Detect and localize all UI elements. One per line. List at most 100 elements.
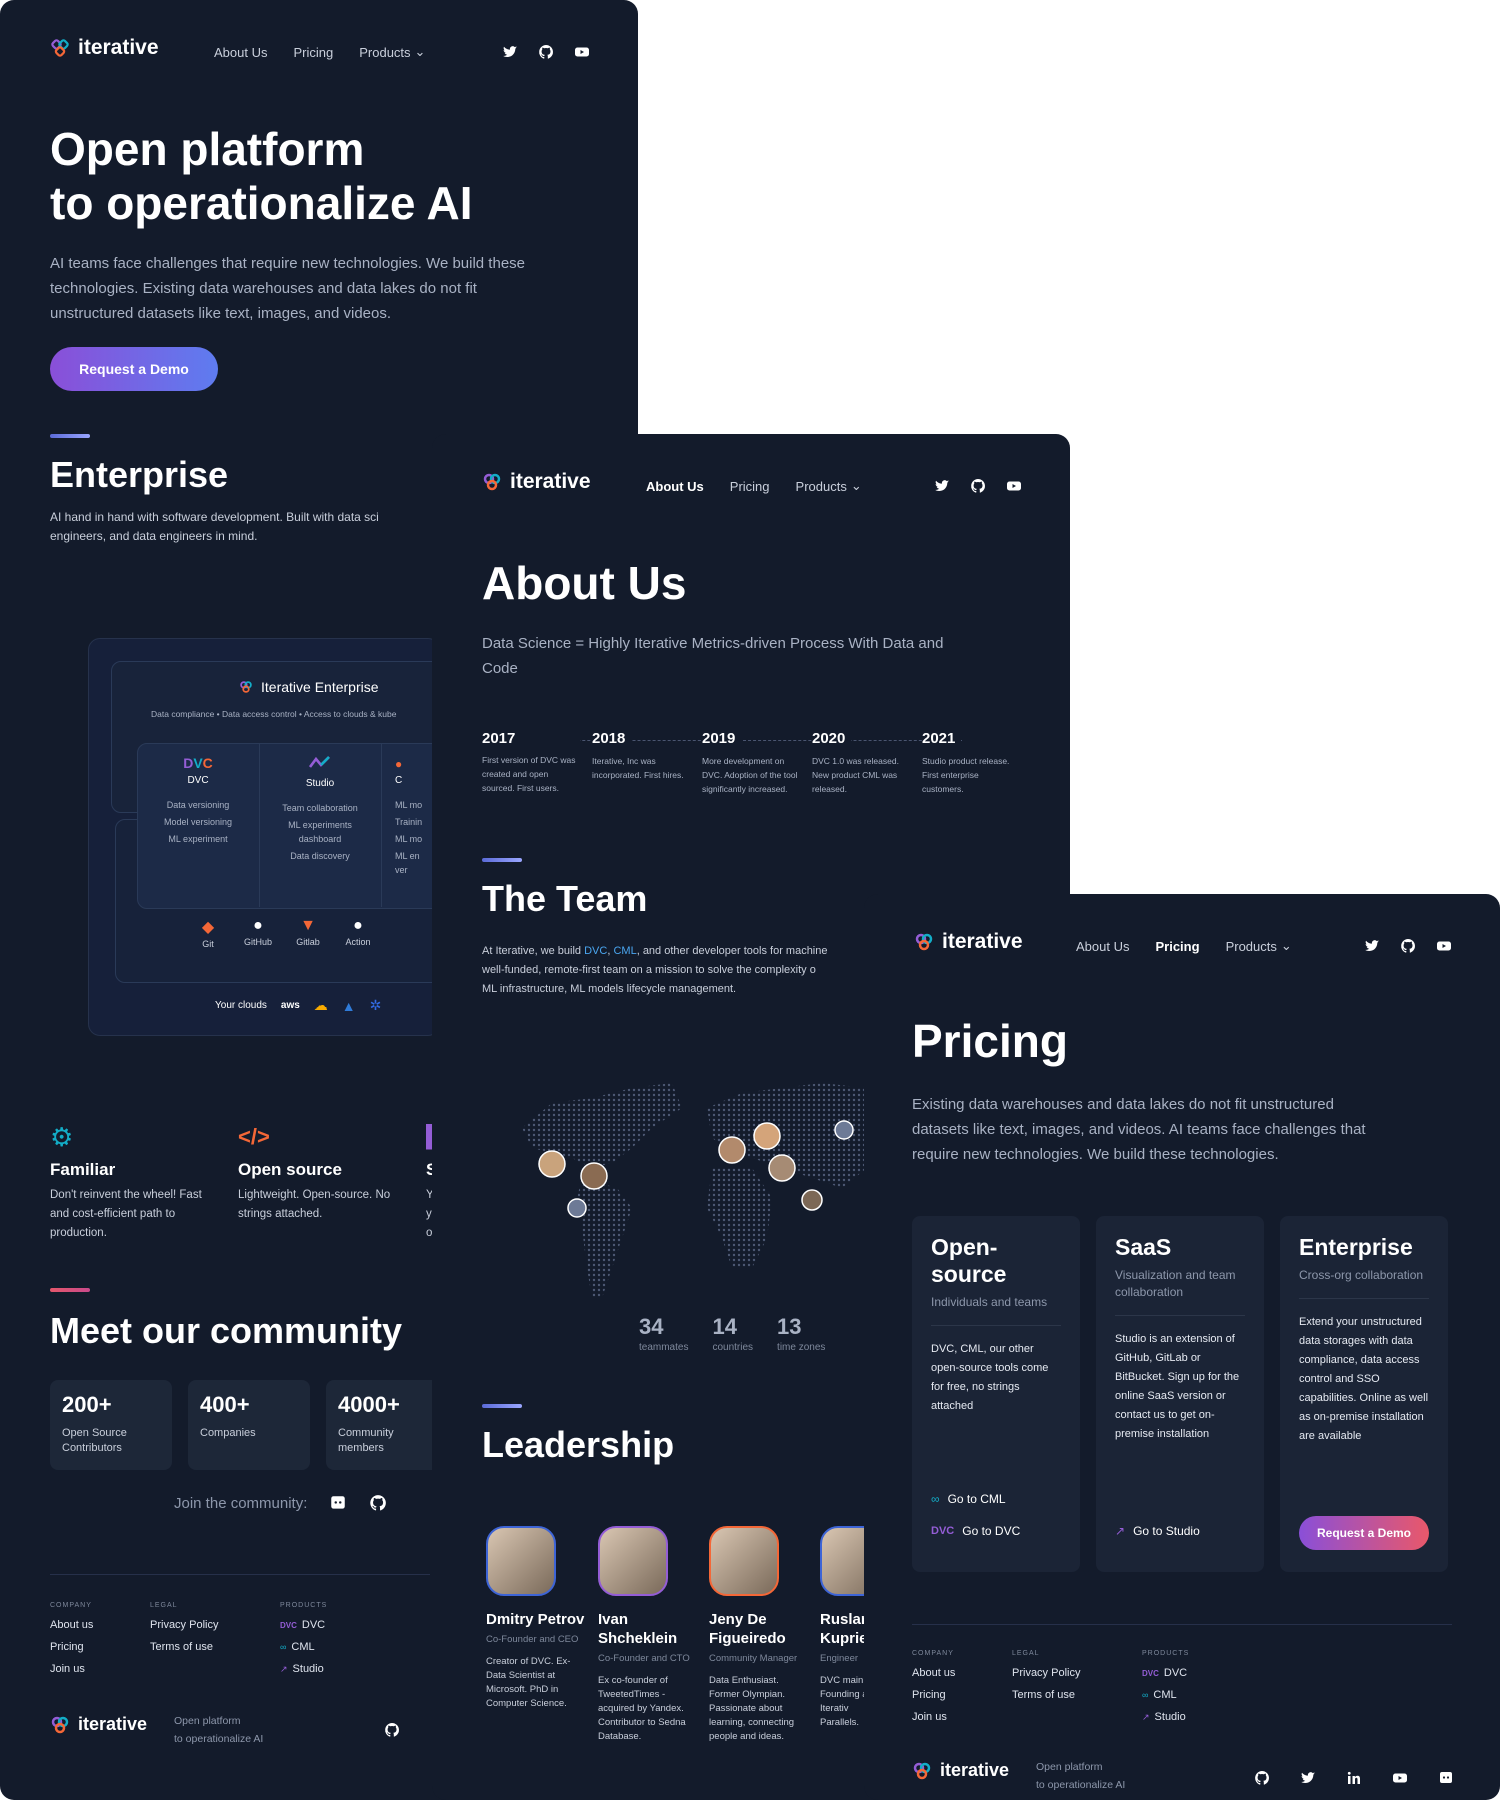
- clouds-row: Your clouds aws ☁ ▲ ✲: [215, 997, 381, 1014]
- leader-name: Jeny De Figueiredo: [709, 1611, 786, 1647]
- community-title: Meet our community: [50, 1310, 403, 1351]
- request-demo-button[interactable]: Request a Demo: [1299, 1516, 1429, 1550]
- timeline-item: 2018 Iterative, Inc was incorporated. Fir…: [592, 730, 690, 782]
- footer-link[interactable]: Privacy Policy: [150, 1619, 218, 1631]
- footer-link[interactable]: Pricing: [50, 1641, 93, 1653]
- timeline-text: First version of DVC was created and ope…: [482, 755, 576, 793]
- brand-name: iterative: [940, 1760, 1010, 1780]
- enterprise-title: Enterprise: [50, 454, 229, 495]
- youtube-icon[interactable]: [1436, 938, 1452, 954]
- nav-products[interactable]: Products ⌄: [359, 44, 425, 60]
- leader-photo: [709, 1526, 779, 1596]
- go-to-cml-link[interactable]: ∞ Go to CML: [931, 1492, 1006, 1506]
- discord-icon[interactable]: [329, 1494, 347, 1512]
- chevron-down-icon: ⌄: [1280, 938, 1292, 953]
- plan-card-saas: SaaS Visualization and team collaboratio…: [1096, 1216, 1264, 1572]
- leader-role: Co-Founder and CEO: [486, 1634, 579, 1645]
- footer-products: PRODUCTS DVC DVC ∞ CML ↗ Studio: [1142, 1650, 1189, 1723]
- leader-bio: DVC main Founding at Iterativ Parallels.: [820, 1675, 866, 1728]
- footer-link[interactable]: About us: [50, 1619, 93, 1631]
- footer-company: COMPANY About us Pricing Join us: [912, 1650, 955, 1723]
- twitter-icon[interactable]: [1300, 1770, 1316, 1786]
- nav-pricing[interactable]: Pricing: [1155, 938, 1199, 954]
- map-stat: 34 teammates: [639, 1314, 688, 1353]
- youtube-icon[interactable]: [574, 44, 590, 60]
- footer-link-dvc[interactable]: DVC DVC: [1142, 1667, 1189, 1679]
- go-to-studio-link[interactable]: ↗ Go to Studio: [1115, 1524, 1200, 1538]
- brand-logo[interactable]: iterative: [914, 930, 1023, 954]
- go-to-dvc-link[interactable]: DVC Go to DVC: [931, 1524, 1020, 1538]
- clouds-label: Your clouds: [215, 1000, 267, 1011]
- footer-link-dvc[interactable]: DVC DVC: [280, 1619, 327, 1631]
- brand-logo[interactable]: iterative: [482, 470, 591, 494]
- iterative-logo-icon: [51, 1716, 69, 1733]
- github-icon[interactable]: [1400, 938, 1416, 954]
- footer-link[interactable]: Privacy Policy: [1012, 1667, 1080, 1679]
- nav-products-label: Products: [1225, 938, 1277, 954]
- footer-logo[interactable]: iterative: [912, 1760, 1009, 1781]
- studio-column: Studio Team collaboration ML experiments…: [259, 743, 381, 863]
- plan-divider: [931, 1325, 1061, 1326]
- tool-label: GitHub: [243, 937, 272, 947]
- enterprise-text-line1: AI hand in hand with software developmen…: [50, 510, 379, 524]
- dvc-icon: DVC: [1142, 1668, 1159, 1678]
- brand-name: iterative: [942, 930, 1023, 953]
- nav-pricing[interactable]: Pricing: [730, 478, 770, 494]
- github-icon[interactable]: [538, 44, 554, 60]
- studio-logo-icon: [259, 755, 381, 774]
- youtube-icon[interactable]: [1006, 478, 1022, 494]
- github-icon[interactable]: [369, 1494, 387, 1512]
- team-link-cml[interactable]: CML: [613, 945, 636, 957]
- footer-link[interactable]: Pricing: [912, 1689, 955, 1701]
- nav-about[interactable]: About Us: [214, 44, 267, 60]
- footer-logo[interactable]: iterative: [50, 1714, 147, 1735]
- main-nav: About Us Pricing Products ⌄: [214, 44, 425, 60]
- footer-link[interactable]: Join us: [50, 1663, 93, 1675]
- stat-label: Community members: [338, 1427, 394, 1454]
- tools-row: ◆ Git ● GitHub ▼ Gitlab ● Action: [183, 917, 433, 951]
- tool-label: Action: [345, 937, 371, 947]
- nav-pricing[interactable]: Pricing: [293, 44, 333, 60]
- footer-link-studio[interactable]: ↗ Studio: [280, 1663, 327, 1675]
- youtube-icon[interactable]: [1392, 1770, 1408, 1786]
- link-label: Go to Studio: [1133, 1524, 1200, 1538]
- leaders-list: Dmitry Petrov Co-Founder and CEO Creator…: [482, 1526, 867, 1786]
- leader-card: Ivan Shcheklein Co-Founder and CTO Ex co…: [598, 1526, 698, 1744]
- studio-item: dashboard: [298, 834, 342, 844]
- nav-products[interactable]: Products ⌄: [796, 478, 862, 494]
- leader-role: Community Manager: [709, 1653, 798, 1664]
- teammate-avatar: [801, 1189, 823, 1211]
- cml-icon: ∞: [931, 1492, 940, 1506]
- linkedin-icon[interactable]: [1346, 1770, 1362, 1786]
- twitter-icon[interactable]: [934, 478, 950, 494]
- footer-tagline: Open platform to operationalize AI: [1036, 1758, 1125, 1794]
- footer-heading: COMPANY: [50, 1602, 92, 1609]
- footer-link[interactable]: Join us: [912, 1711, 955, 1723]
- github-icon[interactable]: [1254, 1770, 1270, 1786]
- github-icon[interactable]: [970, 478, 986, 494]
- footer-link[interactable]: Terms of use: [150, 1641, 218, 1653]
- footer-link[interactable]: Terms of use: [1012, 1689, 1080, 1701]
- iterative-logo-icon: [915, 933, 933, 951]
- footer-link-cml[interactable]: ∞ CML: [280, 1641, 327, 1653]
- social-links: [1364, 938, 1452, 954]
- github-icon: ●: [253, 917, 263, 934]
- twitter-icon[interactable]: [502, 44, 518, 60]
- footer-link-cml[interactable]: ∞ CML: [1142, 1689, 1189, 1701]
- leader-bio: Ex co-founder of TweetedTimes - acquired…: [598, 1675, 686, 1742]
- nav-products[interactable]: Products ⌄: [1226, 938, 1292, 954]
- footer-link[interactable]: About us: [912, 1667, 955, 1679]
- stat-label: Companies: [200, 1427, 256, 1439]
- git-tool: ◆ Git: [183, 917, 233, 951]
- team-link-dvc[interactable]: DVC: [584, 945, 607, 957]
- studio-item: Team collaboration: [282, 803, 358, 813]
- twitter-icon[interactable]: [1364, 938, 1380, 954]
- brand-logo[interactable]: iterative: [50, 36, 159, 60]
- discord-icon[interactable]: [1438, 1770, 1454, 1786]
- footer-heading: PRODUCTS: [280, 1602, 328, 1609]
- nav-about[interactable]: About Us: [1076, 938, 1129, 954]
- request-demo-button[interactable]: Request a Demo: [50, 347, 218, 391]
- footer-link-studio[interactable]: ↗ Studio: [1142, 1711, 1189, 1723]
- github-icon[interactable]: [384, 1722, 400, 1738]
- nav-about[interactable]: About Us: [646, 478, 704, 494]
